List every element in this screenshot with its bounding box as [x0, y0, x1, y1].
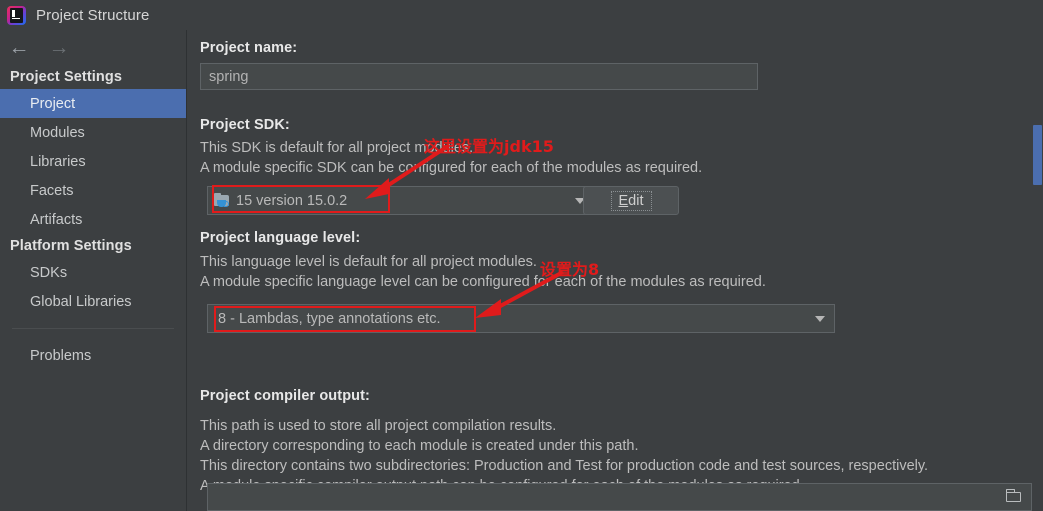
language-level-combobox[interactable]: 8 - Lambdas, type annotations etc.	[207, 304, 835, 333]
edit-button-mnemonic: E	[618, 192, 629, 209]
sidebar-item-label: Modules	[30, 124, 85, 141]
window-title: Project Structure	[36, 6, 150, 24]
vertical-scrollbar-track[interactable]	[1032, 30, 1043, 511]
language-level-selected-value: 8 - Lambdas, type annotations etc.	[218, 310, 441, 327]
project-sdk-selected-value: 15 version 15.0.2	[236, 192, 348, 209]
intellij-idea-logo-icon	[7, 5, 26, 25]
sidebar-item-artifacts[interactable]: Artifacts	[0, 205, 186, 234]
sidebar-item-label: Problems	[30, 347, 92, 364]
navigation-row: ← →	[0, 30, 186, 65]
annotation-text-sdk: 这里设置为jdk15	[424, 137, 554, 156]
vertical-scrollbar-thumb[interactable]	[1033, 125, 1042, 185]
project-name-value: spring	[209, 68, 249, 85]
edit-button-label-rest: dit	[628, 192, 644, 209]
language-level-label: Project language level:	[200, 230, 361, 246]
sidebar-item-label: Facets	[30, 182, 74, 199]
arrow-right-icon[interactable]: →	[46, 35, 72, 61]
title-bar: Project Structure	[0, 0, 1043, 30]
sidebar-group-project-settings: Project Settings	[10, 69, 122, 85]
sidebar-item-facets[interactable]: Facets	[0, 176, 186, 205]
language-level-description-line-1: This language level is default for all p…	[200, 254, 537, 270]
sidebar-group-platform-settings: Platform Settings	[10, 238, 132, 254]
chevron-down-icon	[815, 315, 825, 322]
project-structure-dialog: Project Structure ← → Project Settings P…	[0, 0, 1043, 511]
edit-sdk-button[interactable]: Edit	[583, 186, 679, 215]
sidebar-item-sdks[interactable]: SDKs	[0, 258, 186, 287]
sidebar-item-problems[interactable]: Problems	[0, 341, 186, 370]
project-name-input[interactable]: spring	[200, 63, 758, 90]
sidebar-divider	[12, 328, 174, 329]
sidebar-item-project[interactable]: Project	[0, 89, 186, 118]
java-sdk-folder-icon	[214, 192, 230, 208]
project-name-label: Project name:	[200, 40, 298, 56]
project-sdk-combobox[interactable]: 15 version 15.0.2	[207, 186, 595, 215]
project-sdk-description-line-2: A module specific SDK can be configured …	[200, 160, 703, 176]
arrow-left-icon[interactable]: ←	[6, 35, 32, 61]
sidebar-item-libraries[interactable]: Libraries	[0, 147, 186, 176]
settings-sidebar: ← → Project Settings Project Modules Lib…	[0, 30, 187, 511]
compiler-output-description-line-2: A directory corresponding to each module…	[200, 438, 639, 454]
sidebar-item-label: Artifacts	[30, 211, 83, 228]
compiler-output-path-input[interactable]	[207, 483, 1032, 511]
project-settings-panel: Project name: spring Project SDK: This S…	[188, 30, 1043, 511]
compiler-output-label: Project compiler output:	[200, 388, 370, 404]
sidebar-item-modules[interactable]: Modules	[0, 118, 186, 147]
compiler-output-description-line-3: This directory contains two subdirectori…	[200, 458, 929, 474]
sidebar-item-label: Project	[30, 95, 76, 112]
sidebar-item-label: SDKs	[30, 264, 68, 281]
sidebar-item-global-libraries[interactable]: Global Libraries	[0, 287, 186, 316]
annotation-text-language-level: 设置为8	[540, 260, 600, 279]
language-level-description-line-2: A module specific language level can be …	[200, 274, 766, 290]
folder-browse-icon[interactable]	[1005, 489, 1022, 503]
sidebar-item-label: Global Libraries	[30, 293, 132, 310]
project-sdk-label: Project SDK:	[200, 117, 290, 133]
compiler-output-description-line-1: This path is used to store all project c…	[200, 418, 557, 434]
sidebar-item-label: Libraries	[30, 153, 86, 170]
